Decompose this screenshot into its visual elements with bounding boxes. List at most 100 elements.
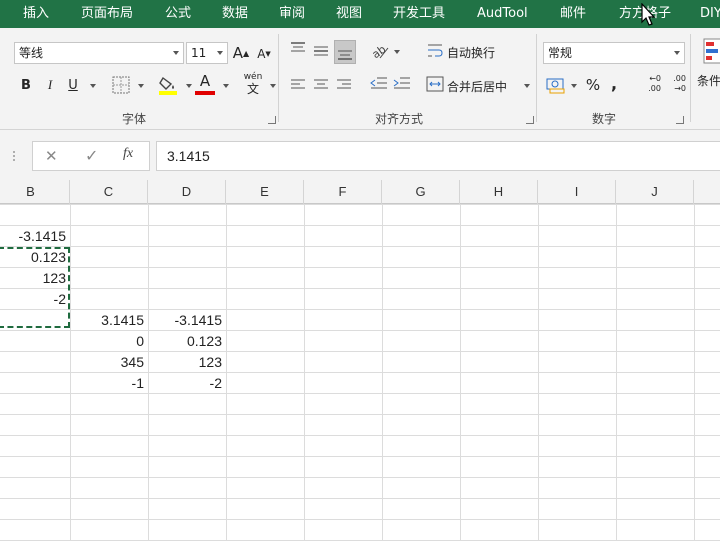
- decrease-decimal-button[interactable]: .00 →0: [664, 74, 686, 96]
- align-top-icon[interactable]: [290, 42, 306, 56]
- ribbon-separator: [536, 34, 537, 122]
- number-format-value: 常规: [548, 46, 573, 60]
- wrap-text-icon[interactable]: [426, 42, 444, 60]
- chevron-down-icon[interactable]: [138, 84, 144, 88]
- tab-diy[interactable]: DIY: [700, 0, 720, 28]
- caret-down-icon: ▼: [265, 50, 271, 58]
- cell-b3[interactable]: 0.123: [0, 247, 70, 268]
- cell-area[interactable]: -3.1415 0.123 123 -2 3.1415 -3.1415 0 0.123 345 1…: [0, 204, 720, 541]
- align-bottom-button[interactable]: [334, 40, 356, 64]
- mouse-pointer-icon: [641, 3, 656, 26]
- column-header-c[interactable]: C: [70, 180, 148, 204]
- merge-center-icon[interactable]: [426, 76, 444, 92]
- chevron-down-icon[interactable]: [571, 84, 577, 88]
- accounting-format-icon[interactable]: [546, 76, 566, 94]
- increase-indent-icon[interactable]: [393, 76, 411, 92]
- fill-color-icon[interactable]: [157, 74, 179, 96]
- chevron-down-icon[interactable]: [270, 84, 276, 88]
- grow-font-button[interactable]: A ▲: [232, 42, 250, 64]
- font-dialog-launcher-icon[interactable]: [268, 116, 276, 124]
- tab-audtool[interactable]: AudTool: [477, 0, 528, 28]
- font-color-button[interactable]: A: [195, 72, 215, 90]
- cell-b2[interactable]: -3.1415: [0, 226, 70, 247]
- formula-buttons: ✕ ✓ fx: [32, 141, 150, 171]
- column-header-j[interactable]: J: [616, 180, 694, 204]
- chevron-down-icon[interactable]: [223, 84, 229, 88]
- align-left-icon[interactable]: [290, 78, 306, 92]
- caret-up-icon: ▲: [243, 48, 250, 58]
- arrow-right-icon: →0: [674, 84, 686, 93]
- ribbon: 等线 11 A ▲ A ▼ B I U A wén 文 字体 ab 自动换行 合…: [0, 28, 720, 130]
- font-size-combo[interactable]: 11: [186, 42, 228, 64]
- worksheet-grid: BCDEFGHIJ -3.1415 0.123 123 -2 3.1415 -3.1415…: [0, 180, 720, 541]
- decrease-indent-icon[interactable]: [370, 76, 388, 92]
- number-group-label: 数字: [592, 112, 617, 126]
- chevron-down-icon[interactable]: [394, 50, 400, 54]
- chevron-down-icon[interactable]: [90, 84, 96, 88]
- cell-c7[interactable]: 0: [70, 331, 148, 352]
- phonetic-button[interactable]: wén 文: [242, 72, 264, 98]
- chevron-down-icon: [674, 51, 680, 55]
- shrink-font-letter: A: [257, 47, 266, 61]
- insert-function-button[interactable]: fx: [123, 146, 133, 162]
- font-color-swatch: [195, 91, 215, 95]
- percent-style-button[interactable]: %: [583, 74, 603, 96]
- enter-button[interactable]: ✓: [85, 146, 98, 165]
- underline-button[interactable]: U: [63, 74, 83, 96]
- font-group-label: 字体: [122, 112, 147, 126]
- font-name-value: 等线: [19, 46, 44, 60]
- chevron-down-icon: [173, 51, 179, 55]
- tab-insert[interactable]: 插入: [23, 0, 49, 28]
- borders-icon[interactable]: [112, 76, 130, 94]
- cell-d9[interactable]: -2: [148, 373, 226, 394]
- cancel-button[interactable]: ✕: [45, 147, 58, 165]
- cell-b5[interactable]: -2: [0, 289, 70, 310]
- increase-decimal-button[interactable]: ←0 .00: [639, 74, 661, 96]
- cell-c6[interactable]: 3.1415: [70, 310, 148, 331]
- align-center-icon[interactable]: [313, 78, 329, 92]
- drag-handle-icon[interactable]: [11, 150, 17, 162]
- phonetic-pinyin: wén: [243, 72, 263, 82]
- column-header-d[interactable]: D: [148, 180, 226, 204]
- text-orientation-icon[interactable]: ab: [370, 42, 390, 60]
- tab-formulas[interactable]: 公式: [165, 0, 191, 28]
- number-dialog-launcher-icon[interactable]: [676, 116, 684, 124]
- comma-style-button[interactable]: ,: [606, 72, 622, 94]
- merge-center-label[interactable]: 合并后居中: [447, 78, 507, 95]
- wrap-text-label[interactable]: 自动换行: [447, 44, 495, 61]
- column-header-g[interactable]: G: [382, 180, 460, 204]
- cell-d6[interactable]: -3.1415: [148, 310, 226, 331]
- tab-view[interactable]: 视图: [336, 0, 362, 28]
- cell-d8[interactable]: 123: [148, 352, 226, 373]
- grow-font-letter: A: [232, 44, 244, 62]
- column-header-f[interactable]: F: [304, 180, 382, 204]
- cell-b4[interactable]: 123: [0, 268, 70, 289]
- align-middle-icon[interactable]: [313, 44, 329, 58]
- tab-developer[interactable]: 开发工具: [393, 0, 445, 28]
- align-right-icon[interactable]: [336, 78, 352, 92]
- tab-data[interactable]: 数据: [222, 0, 248, 28]
- column-header-b[interactable]: B: [0, 180, 70, 204]
- column-header-e[interactable]: E: [226, 180, 304, 204]
- cell-d7[interactable]: 0.123: [148, 331, 226, 352]
- bold-button[interactable]: B: [16, 74, 36, 96]
- number-format-combo[interactable]: 常规: [543, 42, 685, 64]
- font-name-combo[interactable]: 等线: [14, 42, 184, 64]
- tab-page-layout[interactable]: 页面布局: [81, 0, 133, 28]
- shrink-font-button[interactable]: A ▼: [255, 44, 273, 64]
- alignment-dialog-launcher-icon[interactable]: [526, 116, 534, 124]
- tab-mail[interactable]: 邮件: [560, 0, 586, 28]
- column-header-h[interactable]: H: [460, 180, 538, 204]
- italic-button[interactable]: I: [40, 74, 60, 96]
- formula-input[interactable]: 3.1415: [156, 141, 720, 171]
- conditional-format-label[interactable]: 条件: [697, 72, 720, 89]
- chevron-down-icon: [217, 51, 223, 55]
- column-header-i[interactable]: I: [538, 180, 616, 204]
- cell-c9[interactable]: -1: [70, 373, 148, 394]
- conditional-format-icon[interactable]: [703, 38, 720, 64]
- tab-review[interactable]: 审阅: [279, 0, 305, 28]
- ribbon-separator: [278, 34, 279, 122]
- chevron-down-icon[interactable]: [524, 84, 530, 88]
- chevron-down-icon[interactable]: [186, 84, 192, 88]
- cell-c8[interactable]: 345: [70, 352, 148, 373]
